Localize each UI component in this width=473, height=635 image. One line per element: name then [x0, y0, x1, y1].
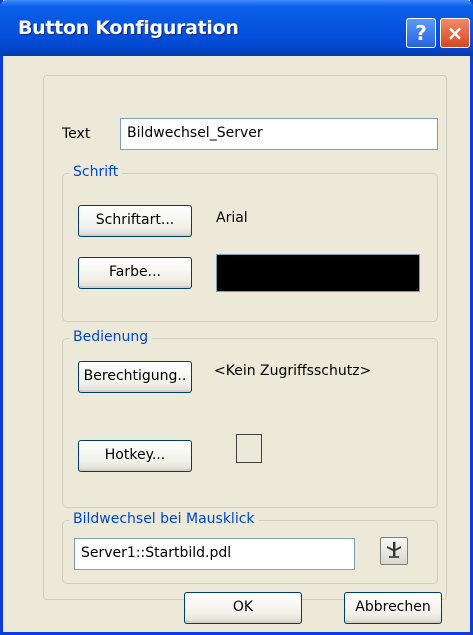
permission-value: <Kein Zugriffsschutz>: [214, 363, 372, 379]
color-swatch: [216, 254, 420, 292]
dialog-window: Button Konfiguration ? × Text Bildwechse…: [0, 0, 473, 635]
picker-icon: [387, 542, 401, 558]
text-label: Text: [62, 126, 91, 142]
pick-screen-button[interactable]: [380, 537, 408, 565]
bildwechsel-group-title: Bildwechsel bei Mausklick: [69, 511, 259, 527]
color-button[interactable]: Farbe...: [78, 257, 192, 289]
font-value: Arial: [216, 210, 248, 226]
ok-button[interactable]: OK: [184, 592, 302, 624]
schrift-group: Schrift Schriftart... Arial Farbe...: [62, 164, 438, 322]
dialog-client-area: Text Bildwechsel_Server Schrift Schrifta…: [6, 56, 470, 632]
text-input[interactable]: Bildwechsel_Server: [120, 118, 438, 150]
title-bar[interactable]: Button Konfiguration ? ×: [0, 0, 473, 56]
outer-panel: Text Bildwechsel_Server Schrift Schrifta…: [43, 75, 447, 600]
permission-button[interactable]: Berechtigung..: [78, 361, 192, 393]
font-button[interactable]: Schriftart...: [78, 205, 192, 237]
screen-input[interactable]: Server1::Startbild.pdl: [74, 538, 355, 570]
help-button[interactable]: ?: [406, 18, 436, 48]
bildwechsel-group: Bildwechsel bei Mausklick Server1::Start…: [62, 511, 438, 584]
cancel-button[interactable]: Abbrechen: [344, 592, 442, 624]
bedienung-group: Bedienung Berechtigung.. <Kein Zugriffss…: [62, 329, 438, 508]
schrift-group-title: Schrift: [69, 164, 123, 180]
bedienung-group-title: Bedienung: [69, 329, 153, 345]
hotkey-button[interactable]: Hotkey...: [78, 440, 192, 472]
close-button[interactable]: ×: [440, 18, 470, 48]
hotkey-box[interactable]: [236, 434, 262, 463]
window-title: Button Konfiguration: [18, 17, 239, 39]
